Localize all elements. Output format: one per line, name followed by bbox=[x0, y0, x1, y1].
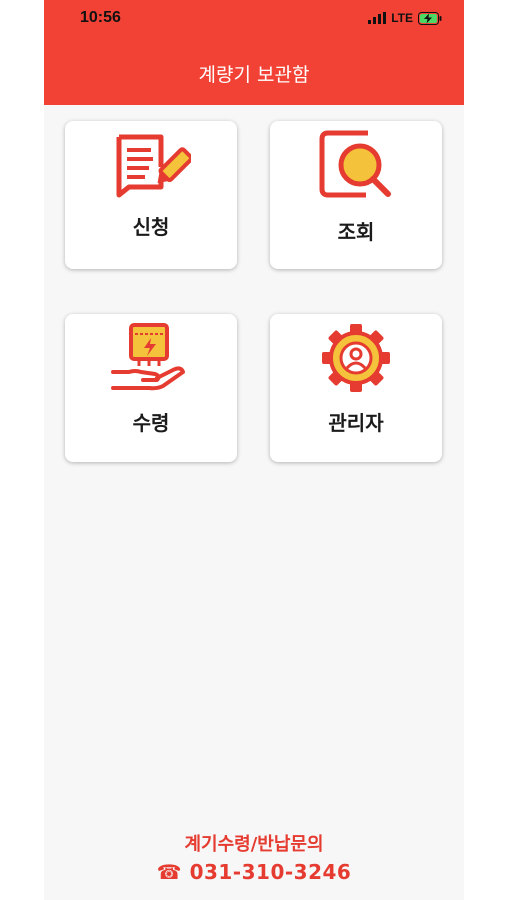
admin-button[interactable]: 관리자 bbox=[270, 314, 442, 462]
phone-number: 031-310-3246 bbox=[189, 860, 352, 884]
app-header: 10:56 LTE 계량기 보관함 bbox=[44, 0, 464, 105]
admin-label: 관리자 bbox=[328, 411, 384, 435]
admin-gear-icon bbox=[322, 324, 390, 392]
contact-phone[interactable]: ☎ 031-310-3246 bbox=[44, 860, 464, 884]
contact-info: 계기수령/반납문의 ☎ 031-310-3246 bbox=[44, 830, 464, 884]
network-label: LTE bbox=[391, 11, 413, 25]
meter-receive-icon bbox=[111, 323, 185, 391]
contact-title: 계기수령/반납문의 bbox=[184, 834, 324, 855]
apply-button[interactable]: 신청 bbox=[65, 121, 237, 269]
status-time: 10:56 bbox=[80, 9, 121, 26]
status-indicators: LTE bbox=[368, 11, 442, 25]
page-title: 계량기 보관함 bbox=[198, 64, 310, 86]
signal-icon bbox=[368, 12, 387, 24]
battery-charging-icon bbox=[418, 11, 442, 25]
status-bar: 10:56 LTE bbox=[44, 0, 464, 36]
receive-label: 수령 bbox=[132, 411, 170, 435]
apply-label: 신청 bbox=[132, 215, 170, 239]
search-icon bbox=[319, 130, 391, 198]
app-screen: 10:56 LTE 계량기 보관함 신청 조회 수령 관리자 계기수령/반납문의… bbox=[44, 0, 464, 900]
receive-button[interactable]: 수령 bbox=[65, 314, 237, 462]
inquiry-button[interactable]: 조회 bbox=[270, 121, 442, 269]
phone-icon: ☎ bbox=[156, 860, 183, 884]
application-form-icon bbox=[116, 134, 191, 198]
inquiry-label: 조회 bbox=[337, 220, 375, 244]
